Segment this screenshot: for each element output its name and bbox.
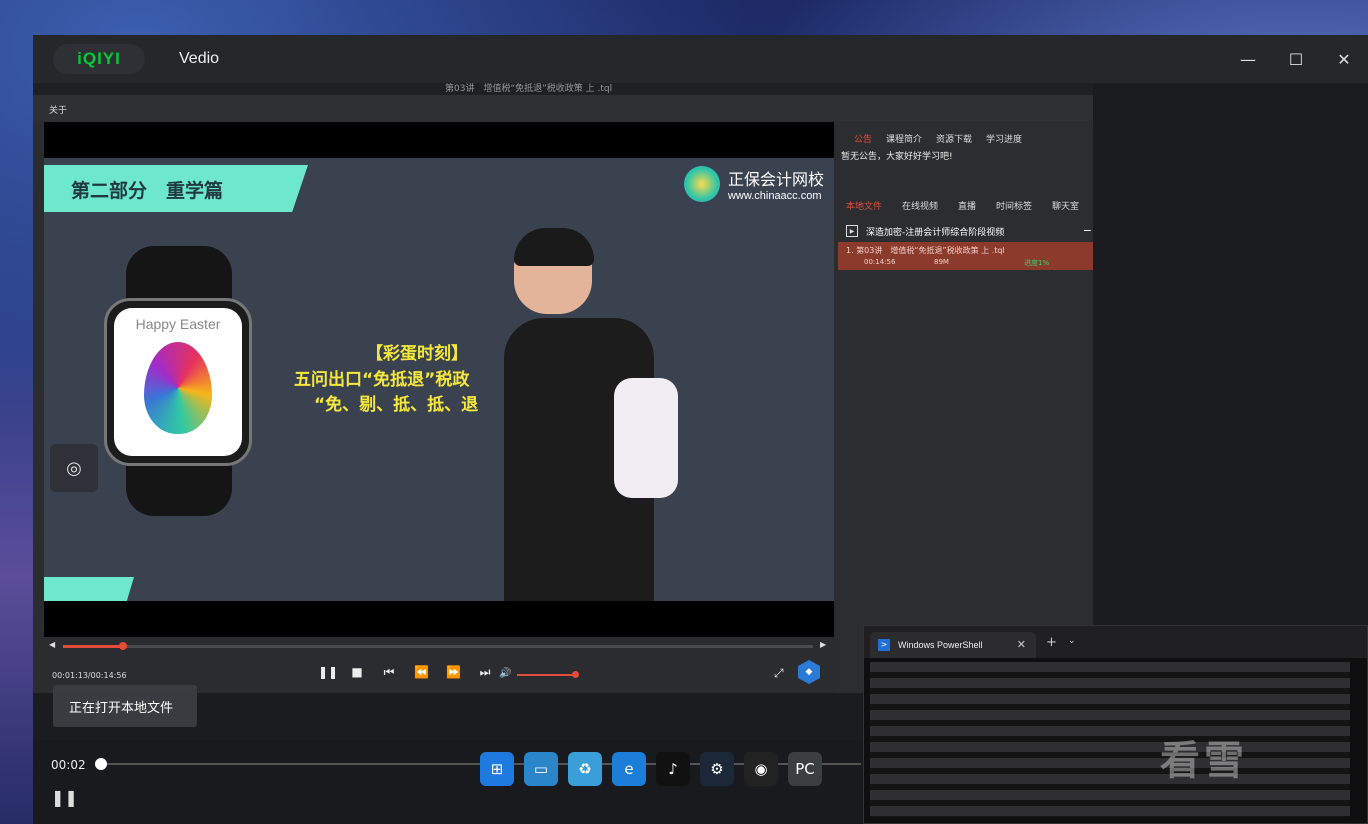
section-banner-text: 第二部分 重学篇 [71,180,224,202]
powershell-tab[interactable]: > Windows PowerShell ✕ [870,632,1036,658]
camera-icon: ◎ [66,457,82,479]
playlist-item-duration: 00:14:56 [864,258,896,266]
watermark: 看雪 [1160,738,1248,784]
tab-info-0[interactable]: 公告 [852,128,874,149]
board-line-2: “免、剔、抵、抵、退 [314,395,479,415]
watch-label: Happy Easter [135,316,221,332]
playlist-item-progress: 进度1% [1024,259,1050,267]
rewind-icon[interactable]: ⏪ [414,665,429,680]
shield-logo-icon[interactable]: ◆ [798,660,820,684]
powershell-output-obscured [870,662,1350,817]
course-player: 第03讲 增值税“免抵退”税收政策 上 .tql 关于 第二部分 重学篇 正保会… [33,83,1093,693]
video-frame: 第二部分 重学篇 正保会计网校 www.chinaacc.com Happy E… [44,158,834,601]
tab-files-0[interactable]: 本地文件 [846,199,882,212]
watch-strap-top [126,246,232,306]
teacher-sleeve [614,378,678,498]
course-player-title: 第03讲 增值税“免抵退”税收政策 上 .tql [445,84,613,94]
collapse-icon[interactable]: − [1083,224,1092,237]
desktop-icon[interactable]: ▭ [524,752,558,786]
tab-files-3[interactable]: 时间标签 [996,199,1032,212]
bottom-stripe [44,577,134,601]
watch-screen: Happy Easter [114,308,242,456]
file-tabs: 本地文件 在线视频 直播 时间标签 聊天室 [836,199,1093,212]
brand-name: 正保会计网校 [727,170,824,189]
playlist-item-size: 89M [934,258,949,266]
board-line-1: 五问出口“免抵退”税政 [294,370,470,390]
seek-back-icon[interactable]: ◀ [49,640,55,649]
chinaacc-logo-icon [683,166,720,202]
window-controls: — ☐ ✕ [1224,35,1368,83]
qq-icon[interactable]: ◉ [744,752,778,786]
iqiyi-logo[interactable]: iQIYI [53,44,145,74]
powershell-icon: > [878,639,890,651]
watch-case: Happy Easter [104,298,252,466]
powershell-tabbar: > Windows PowerShell ✕ + ⌄ [864,626,1367,658]
previous-icon[interactable]: ⏮ [382,665,396,680]
tab-files-4[interactable]: 聊天室 [1052,199,1079,212]
seek-knob[interactable] [119,642,127,650]
iqiyi-seek-knob[interactable] [95,758,107,770]
maximize-button[interactable]: ☐ [1272,35,1320,83]
smartwatch-image: Happy Easter [104,246,254,516]
course-menu-bar: 关于 [33,95,1093,121]
tiktok-icon[interactable]: ♪ [656,752,690,786]
screenshot-button[interactable]: ◎ [50,444,98,492]
playlist-item[interactable]: 1. 第03讲 增值税“免抵退”税收政策 上 .tql 00:14:56 89M… [838,242,1093,270]
iqiyi-titlebar: iQIYI Vedio — ☐ ✕ [33,35,1368,83]
minimize-button[interactable]: — [1224,35,1272,83]
playlist-item-name: 1. 第03讲 增值税“免抵退”税收政策 上 .tql [846,246,1005,255]
powershell-tab-title: Windows PowerShell [898,640,983,650]
seek-forward-icon[interactable]: ▶ [820,640,826,649]
iqiyi-pause-icon[interactable]: ❚❚ [51,788,78,807]
tab-info-1[interactable]: 课程简介 [884,128,924,149]
tab-files-2[interactable]: 直播 [958,199,976,212]
fullscreen-icon[interactable]: ⤢ [774,666,784,681]
play-icon: ▶ [846,225,858,237]
new-tab-icon[interactable]: + [1046,635,1057,650]
volume-knob[interactable] [572,671,579,678]
iqiyi-time: 00:02 [51,758,86,772]
pause-icon[interactable]: ❚❚ [318,665,338,680]
edge-browser-icon[interactable]: e [612,752,646,786]
playback-buttons: ❚❚ ■ ⏮ ⏪ ⏩ ⏭ [318,665,492,680]
teacher-hair [514,228,594,266]
board-title: 【彩蛋时刻】 [366,344,468,364]
volume-slider[interactable] [517,674,575,676]
tab-info-2[interactable]: 资源下载 [934,128,974,149]
close-button[interactable]: ✕ [1320,35,1368,83]
taskbar: ⊞ ▭ ♻ e ♪ ⚙ ◉ PC [480,749,822,789]
chevron-down-icon[interactable]: ⌄ [1068,636,1076,646]
volume-icon[interactable]: 🔊 [499,668,511,679]
side-panel: 公告 课程简介 资源下载 学习进度 暂无公告，大家好好学习吧! 本地文件 在线视频 直播 时… [836,122,1093,693]
info-tabs: 公告 课程简介 资源下载 学习进度 [836,128,1093,149]
time-readout: 00:01:13/00:14:56 [52,671,127,680]
windows-start-icon[interactable]: ⊞ [480,752,514,786]
tab-info-3[interactable]: 学习进度 [984,128,1024,149]
playlist-group[interactable]: ▶ 深造加密-注册会计师综合阶段视频 − [846,223,1092,239]
seek-bar[interactable] [63,642,813,650]
playlist-group-title: 深造加密-注册会计师综合阶段视频 [866,227,1005,238]
pycharm-icon[interactable]: PC [788,752,822,786]
stop-icon[interactable]: ■ [350,665,364,680]
seek-bar-fill [63,645,123,648]
easter-egg-image [144,342,212,434]
brand-url: www.chinaacc.com [727,190,822,202]
brand-overlay: 正保会计网校 www.chinaacc.com [683,166,824,202]
tab-files-1[interactable]: 在线视频 [902,199,938,212]
fast-forward-icon[interactable]: ⏩ [446,665,461,680]
tab-close-icon[interactable]: ✕ [1017,638,1026,651]
window-title: Vedio [179,50,220,67]
course-player-titlebar: 第03讲 增值税“免抵退”税收政策 上 .tql [33,83,1093,95]
video-area[interactable]: 第二部分 重学篇 正保会计网校 www.chinaacc.com Happy E… [44,122,834,637]
menu-about[interactable]: 关于 [49,103,67,116]
teacher-figure [494,228,678,601]
loading-toast: 正在打开本地文件 [53,685,197,727]
recycle-bin-icon[interactable]: ♻ [568,752,602,786]
powershell-window[interactable]: > Windows PowerShell ✕ + ⌄ [863,625,1368,824]
next-icon[interactable]: ⏭ [478,665,492,680]
notice-text: 暂无公告，大家好好学习吧! [841,152,953,162]
steam-icon[interactable]: ⚙ [700,752,734,786]
